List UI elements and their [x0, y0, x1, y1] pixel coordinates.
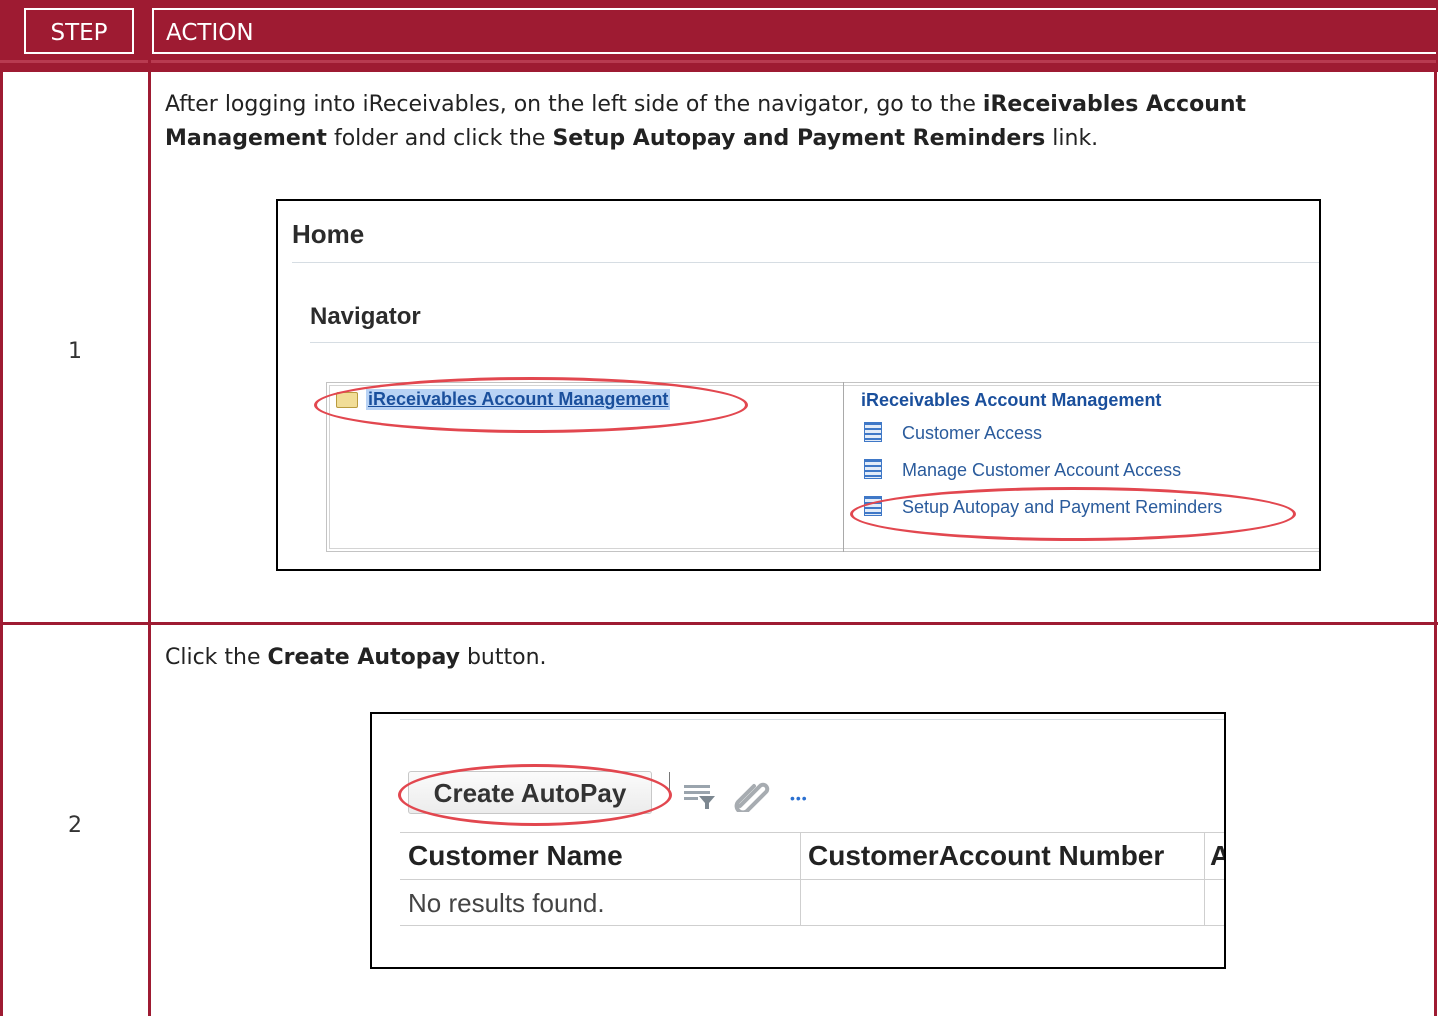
step-number: 1	[68, 339, 82, 364]
filter-icon[interactable]	[682, 782, 718, 810]
screenshot-navigator: Home Navigator iReceivables Account Mana…	[276, 199, 1321, 571]
table-row-line	[400, 832, 1224, 833]
step-instruction: Click the Create Autopay button.	[165, 645, 547, 670]
table-row-line	[400, 925, 1224, 926]
table-col-line	[800, 832, 801, 925]
table-right-border	[1434, 72, 1437, 1016]
highlight-ellipse	[314, 377, 748, 433]
toolbar-separator	[669, 772, 670, 790]
page-title: Home	[292, 219, 365, 249]
header-step-label: STEP	[24, 8, 134, 54]
column-header-truncated[interactable]: A	[1210, 840, 1224, 872]
table-column-divider	[148, 0, 151, 1016]
instruction-document: STEP ACTION 1 After logging into iReceiv…	[0, 0, 1438, 1016]
bold-term: Create Autopay	[267, 645, 460, 670]
attachment-icon[interactable]	[734, 780, 770, 812]
function-link-manage-access[interactable]: Manage Customer Account Access	[864, 459, 1181, 481]
table-header: STEP ACTION	[0, 0, 1438, 72]
bold-term: Setup Autopay and Payment Reminders	[552, 126, 1046, 151]
table-left-border	[0, 72, 3, 1016]
more-options-icon[interactable]: •••	[790, 790, 808, 806]
divider	[292, 262, 1319, 263]
highlight-ellipse	[850, 487, 1296, 541]
function-list-title: iReceivables Account Management	[861, 390, 1162, 410]
screenshot-autopay-table: Create AutoPay ••• Customer Name Custome…	[370, 712, 1226, 969]
navigator-divider	[843, 382, 844, 552]
highlight-ellipse	[398, 764, 672, 826]
header-action-label: ACTION	[152, 8, 1436, 54]
section-title: Navigator	[310, 303, 421, 330]
column-header-customer-name[interactable]: Customer Name	[408, 840, 623, 872]
header-divider	[0, 60, 1436, 63]
empty-table-message: No results found.	[408, 888, 605, 918]
step-instruction: After logging into iReceivables, on the …	[165, 92, 1247, 151]
column-header-account-number[interactable]: CustomerAccount Number	[808, 840, 1164, 872]
document-icon	[864, 459, 882, 479]
divider	[400, 719, 1224, 720]
table-col-line	[1204, 832, 1205, 925]
function-link-customer-access[interactable]: Customer Access	[864, 422, 1042, 444]
row-divider	[0, 622, 1438, 625]
table-row-line	[400, 879, 1224, 880]
step-number: 2	[68, 813, 82, 838]
divider	[310, 342, 1319, 343]
document-icon	[864, 422, 882, 442]
